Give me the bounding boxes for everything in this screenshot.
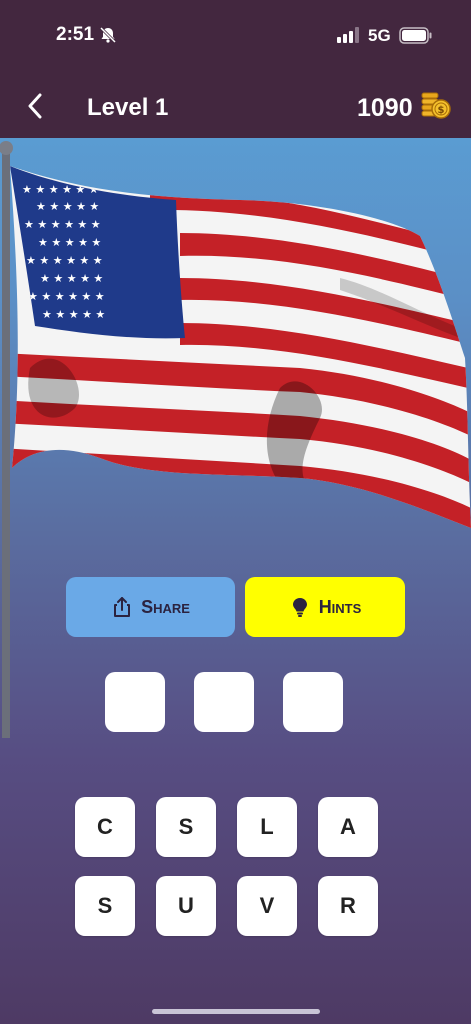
home-indicator[interactable] (152, 1009, 320, 1014)
answer-slot[interactable] (283, 672, 343, 732)
flag-cloth: ★ ★ ★ ★ ★ ★ ★ ★ ★ ★ ★ ★ ★ ★ ★ ★ ★ ★ ★ ★ … (10, 166, 471, 528)
coin-stack-icon: $ (421, 92, 451, 119)
level-title: Level 1 (87, 94, 169, 121)
hints-label: Hints (318, 596, 362, 617)
network-label: 5G (368, 26, 391, 45)
hints-button[interactable]: Hints (245, 577, 405, 637)
letter-tile[interactable]: L (237, 797, 297, 857)
bell-muted-icon (99, 26, 117, 44)
letter-tile[interactable]: V (237, 876, 297, 936)
svg-text:★ ★ ★ ★ ★: ★ ★ ★ ★ ★ (36, 200, 99, 213)
lightbulb-icon (292, 598, 307, 617)
pole-cap (0, 141, 13, 155)
svg-text:★ ★ ★ ★ ★: ★ ★ ★ ★ ★ (40, 272, 103, 285)
answer-slot[interactable] (105, 672, 165, 732)
status-time: 2:51 (56, 24, 95, 45)
answer-slot[interactable] (194, 672, 254, 732)
svg-text:$: $ (438, 105, 445, 116)
coins-count: 1090 (357, 94, 413, 122)
svg-text:★ ★ ★ ★ ★ ★: ★ ★ ★ ★ ★ ★ (24, 218, 101, 231)
flag-pole (2, 148, 10, 738)
share-button[interactable]: Share (66, 577, 235, 637)
svg-text:★ ★ ★ ★ ★ ★: ★ ★ ★ ★ ★ ★ (22, 183, 99, 196)
svg-text:★ ★ ★ ★ ★ ★: ★ ★ ★ ★ ★ ★ (28, 290, 105, 303)
share-icon (114, 597, 131, 617)
letter-tile[interactable]: A (318, 797, 378, 857)
chevron-left-icon (28, 93, 42, 119)
svg-text:★ ★ ★ ★ ★: ★ ★ ★ ★ ★ (42, 308, 105, 321)
svg-text:★ ★ ★ ★ ★ ★: ★ ★ ★ ★ ★ ★ (26, 254, 103, 267)
battery-icon (399, 27, 432, 44)
back-button[interactable] (20, 88, 50, 124)
letter-tile[interactable]: R (318, 876, 378, 936)
letter-tile[interactable]: S (156, 797, 216, 857)
signal-icon (337, 27, 359, 43)
letter-tile[interactable]: U (156, 876, 216, 936)
share-label: Share (141, 596, 190, 617)
top-bar: 2:51 5G Level 1 1090 $ (0, 0, 471, 138)
svg-text:★ ★ ★ ★ ★: ★ ★ ★ ★ ★ (38, 236, 101, 249)
letter-tile[interactable]: S (75, 876, 135, 936)
flag-image: ★ ★ ★ ★ ★ ★ ★ ★ ★ ★ ★ ★ ★ ★ ★ ★ ★ ★ ★ ★ … (0, 141, 471, 738)
letter-tile[interactable]: C (75, 797, 135, 857)
